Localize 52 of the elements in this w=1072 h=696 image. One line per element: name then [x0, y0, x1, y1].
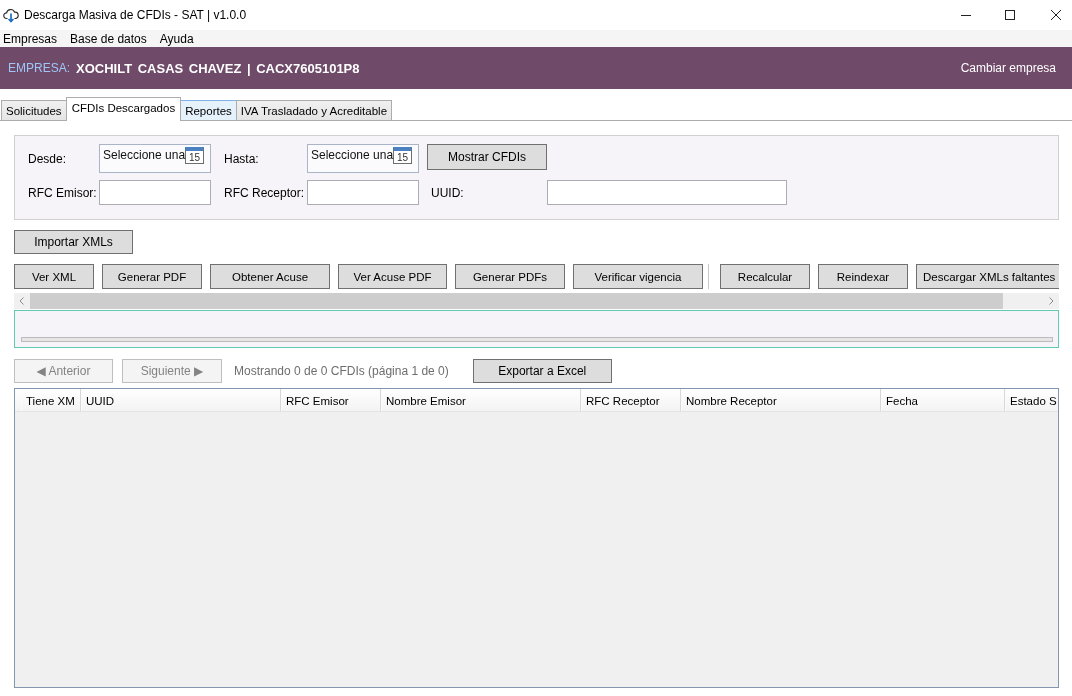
date-input[interactable]: Seleccione una: [308, 145, 393, 162]
date-input[interactable]: Seleccione una: [100, 145, 185, 162]
toolbar-button[interactable]: Reindexar: [818, 264, 908, 289]
text-field[interactable]: [99, 180, 211, 205]
date-picker[interactable]: Seleccione una 15: [99, 144, 211, 173]
toolbar-button[interactable]: Ver Acuse PDF: [338, 264, 447, 289]
close-icon[interactable]: [1051, 10, 1061, 20]
change-company-link[interactable]: Cambiar empresa: [960, 61, 1056, 75]
field-label: RFC Receptor:: [224, 185, 306, 200]
menu-item[interactable]: Ayuda: [159, 31, 194, 46]
window-title: Descarga Masiva de CFDIs - SAT | v1.0.0: [24, 8, 247, 22]
date-picker[interactable]: Seleccione una 15: [307, 144, 419, 173]
company-name: XOCHILT CASAS CHAVEZ | CACX7605101P8: [76, 60, 360, 76]
toolbar-button[interactable]: Verificar vigencia: [573, 264, 703, 289]
tab[interactable]: Solicitudes: [1, 100, 67, 120]
chevron-right-icon[interactable]: [1049, 297, 1054, 305]
tab[interactable]: Reportes: [180, 100, 237, 120]
column-header[interactable]: Tiene XM: [21, 389, 81, 411]
column-header[interactable]: UUID: [81, 389, 281, 411]
column-header[interactable]: Fecha: [881, 389, 1005, 411]
column-header[interactable]: Estado S: [1005, 389, 1058, 411]
export-button[interactable]: Exportar a Excel: [472, 359, 612, 383]
toolbar-button[interactable]: Generar PDF: [102, 264, 202, 289]
field-label: RFC Emisor:: [28, 185, 98, 200]
toolbar-button[interactable]: Recalcular: [720, 264, 810, 289]
tab[interactable]: IVA Trasladado y Acreditable: [235, 100, 393, 120]
toolbar-button[interactable]: Generar PDFs: [455, 264, 565, 289]
show-button[interactable]: Mostrar CFDIs: [427, 144, 547, 170]
chevron-left-icon[interactable]: [19, 297, 24, 305]
import-button[interactable]: Importar XMLs: [14, 230, 133, 254]
menu-item[interactable]: Empresas: [3, 31, 58, 46]
maximize-icon[interactable]: [1005, 10, 1015, 20]
calendar-icon[interactable]: 15: [393, 147, 412, 164]
tab[interactable]: CFDIs Descargados: [65, 97, 182, 121]
field-label: Hasta:: [224, 151, 260, 166]
company-label: EMPRESA:: [8, 61, 70, 75]
toolbar-button[interactable]: Obtener Acuse: [210, 264, 330, 289]
text-field[interactable]: [547, 180, 787, 205]
cloud-download-icon: [3, 7, 19, 23]
column-header[interactable]: Nombre Emisor: [381, 389, 581, 411]
minimize-icon[interactable]: [961, 14, 971, 16]
field-label: UUID:: [431, 185, 465, 200]
field-label: Desde:: [28, 151, 68, 166]
pagination-status: Mostrando 0 de 0 CFDIs (página 1 de 0): [234, 364, 449, 378]
toolbar-button[interactable]: Ver XML: [14, 264, 94, 289]
column-header[interactable]: RFC Receptor: [581, 389, 681, 411]
column-header[interactable]: RFC Emisor: [281, 389, 381, 411]
text-field[interactable]: [307, 180, 419, 205]
column-header[interactable]: Nombre Receptor: [681, 389, 881, 411]
toolbar-button[interactable]: Descargar XMLs faltantes: [916, 264, 1059, 289]
menu-item[interactable]: Base de datos: [70, 31, 147, 46]
calendar-icon[interactable]: 15: [185, 147, 204, 164]
